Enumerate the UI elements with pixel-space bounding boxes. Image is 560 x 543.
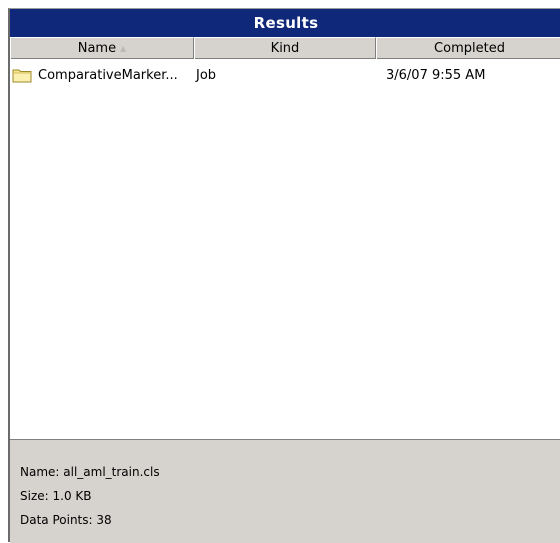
sort-ascending-icon: ▲ [120,44,127,53]
details-data-points: Data Points: 38 [20,513,112,527]
results-titlebar: Results [10,9,560,37]
table-row[interactable]: ComparativeMarker... Job 3/6/07 9:55 AM [10,65,560,85]
results-panel: Results Name ▲ Kind Completed Comparativ… [8,8,560,543]
row-kind-cell: Job [196,67,217,83]
column-header-completed-label: Completed [434,41,505,56]
column-header-kind-label: Kind [270,41,300,56]
column-header-name[interactable]: Name ▲ [10,37,194,59]
panel-title: Results [253,14,319,32]
details-panel: Name: all_aml_train.cls Size: 1.0 KB Dat… [10,439,560,543]
row-name-text: ComparativeMarker... [38,67,178,83]
details-size: Size: 1.0 KB [20,489,92,503]
column-header-kind[interactable]: Kind [194,37,376,59]
table-header: Name ▲ Kind Completed [10,37,560,59]
row-completed-cell: 3/6/07 9:55 AM [386,67,486,83]
column-header-completed[interactable]: Completed [376,37,560,59]
results-table-body: ComparativeMarker... Job 3/6/07 9:55 AM [10,59,560,439]
folder-icon [12,69,32,83]
details-name: Name: all_aml_train.cls [20,465,160,479]
row-name-cell: ComparativeMarker... [10,67,194,83]
column-header-name-label: Name [77,41,117,56]
